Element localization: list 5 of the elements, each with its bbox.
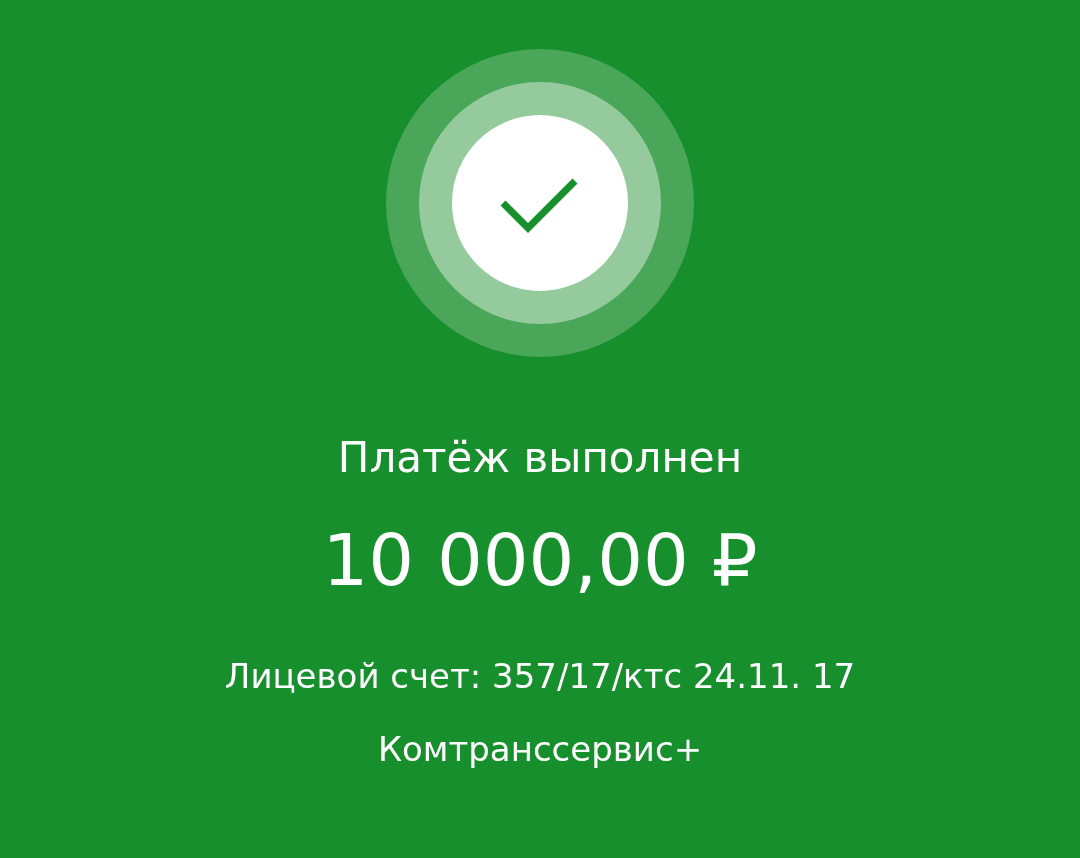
success-check-icon <box>385 48 695 358</box>
status-title: Платёж выполнен <box>337 432 743 484</box>
recipient-name: Комтранссервис+ <box>377 728 703 771</box>
account-details: Лицевой счет: 357/17/ктс 24.11. 17 <box>224 655 856 698</box>
payment-amount: 10 000,00 ₽ <box>322 518 758 602</box>
